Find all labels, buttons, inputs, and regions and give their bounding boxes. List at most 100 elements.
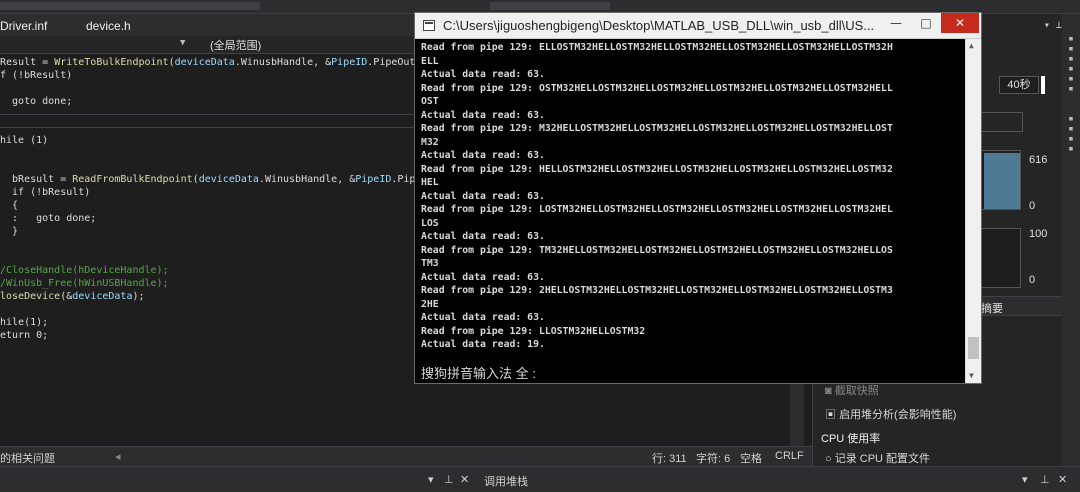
code-token: ReadFromBulkEndpoint: [72, 174, 193, 185]
scroll-up-icon[interactable]: ▲: [969, 41, 974, 50]
scope-dropdown[interactable]: (全局范围): [210, 37, 261, 53]
console-line: Actual data read: 19.: [421, 339, 545, 350]
maximize-button[interactable]: □: [911, 13, 941, 33]
code-token: hile (1): [0, 135, 49, 146]
console-scroll-thumb[interactable]: [968, 337, 979, 359]
time-range-box[interactable]: 40秒: [999, 76, 1039, 94]
code-token: WriteToBulkEndpoint: [54, 57, 169, 68]
code-token: PipeID: [355, 174, 392, 185]
console-line: M32: [421, 136, 439, 148]
console-output: Read from pipe 129: ELLOSTM32HELLOSTM32H…: [421, 41, 963, 381]
diag-item-snapshot[interactable]: ◙ 截取快照: [825, 382, 879, 398]
call-stack-tab[interactable]: 调用堆栈: [484, 473, 528, 489]
console-app-icon: [423, 20, 435, 31]
code-token: eturn 0;: [0, 330, 49, 341]
code-line: : goto done;: [0, 212, 96, 225]
code-token: .WinusbHandle, &: [258, 174, 356, 185]
code-token: PipeID: [331, 57, 368, 68]
radio-icon: ○: [825, 453, 835, 465]
ime-status: 搜狗拼音输入法 全 :: [421, 366, 536, 381]
side-tab-2[interactable]: ▪▪▪▪: [1066, 114, 1076, 154]
editor-vertical-scrollbar[interactable]: [790, 376, 804, 446]
code-token: (&: [60, 291, 73, 302]
code-line: f (!bResult): [0, 69, 72, 82]
console-line: TM3: [421, 258, 439, 269]
memory-chart-min: 0: [1029, 200, 1036, 212]
code-line: bResult = ReadFromBulkEndpoint(deviceDat…: [0, 173, 420, 186]
summary-tab[interactable]: 摘要: [981, 300, 1003, 316]
console-line: Read from pipe 129: LLOSTM32HELLOSTM32: [421, 325, 646, 337]
code-line: hile (1): [0, 134, 48, 147]
code-token: deviceData: [72, 291, 133, 302]
camera-icon: ◙: [825, 385, 835, 397]
code-token: goto done;: [0, 96, 73, 107]
code-token: );: [132, 291, 145, 302]
code-line: Result = WriteToBulkEndpoint(deviceData.…: [0, 56, 420, 69]
cpu-chart-max: 100: [1029, 228, 1048, 240]
navigation-bar: ▼ (全局范围): [0, 36, 420, 54]
pin-icon[interactable]: ⊥: [444, 473, 454, 486]
console-line: Actual data read: 63.: [421, 312, 545, 323]
console-title-bar[interactable]: C:\Users\jiguoshengbigeng\Desktop\MATLAB…: [415, 13, 981, 39]
console-line: Actual data read: 63.: [421, 231, 545, 242]
status-row: 行: 311: [652, 453, 687, 465]
status-eol: CRLF: [775, 450, 804, 462]
console-scrollbar[interactable]: ▲ ▼: [965, 39, 981, 383]
document-tab-bar: Driver.inf device.h: [0, 14, 420, 36]
console-window[interactable]: C:\Users\jiguoshengbigeng\Desktop\MATLAB…: [414, 12, 982, 384]
scroll-down-icon[interactable]: ▼: [969, 371, 974, 380]
console-title: C:\Users\jiguoshengbigeng\Desktop\MATLAB…: [443, 18, 875, 33]
code-editor[interactable]: Result = WriteToBulkEndpoint(deviceData.…: [0, 54, 420, 446]
memory-chart-max: 616: [1029, 154, 1048, 166]
diag-item-heap[interactable]: ▣ 启用堆分析(会影响性能): [825, 406, 956, 422]
code-token: : goto done;: [0, 213, 97, 224]
code-token: Result =: [0, 57, 55, 68]
code-token: .WinusbHandle, &: [234, 57, 332, 68]
status-mode: 空格: [740, 453, 762, 465]
side-tab-1[interactable]: ▪▪▪▪▪▪: [1066, 34, 1076, 94]
code-line: }: [0, 225, 18, 238]
snapshot-label: 截取快照: [834, 385, 879, 397]
console-line: OST: [421, 96, 439, 107]
diag-item-cpu-profile[interactable]: ○ 记录 CPU 配置文件: [825, 450, 930, 466]
side-tool-strip: ▪▪▪▪▪▪ ▪▪▪▪: [1062, 14, 1080, 466]
close-icon[interactable]: ✕: [460, 473, 469, 486]
console-line: ELL: [421, 55, 439, 67]
minimize-button[interactable]: —: [881, 13, 911, 33]
scroll-left-icon[interactable]: ◂: [115, 450, 121, 463]
code-line: /WinUsb_Free(hWinUSBHandle);: [0, 277, 169, 290]
code-line: goto done;: [0, 95, 72, 108]
tab-driver-inf[interactable]: Driver.inf: [0, 17, 47, 35]
code-token: /CloseHandle(hDeviceHandle);: [0, 265, 169, 276]
console-line: Actual data read: 63.: [421, 69, 545, 80]
console-line: Read from pipe 129: M32HELLOSTM32HELLOST…: [421, 123, 893, 134]
console-line: Read from pipe 129: TM32HELLOSTM32HELLOS…: [421, 244, 893, 256]
close-button[interactable]: ✕: [941, 13, 979, 33]
error-list-label[interactable]: 的相关问题: [0, 450, 55, 466]
console-line: Actual data read: 63.: [421, 190, 545, 202]
console-line: LOS: [421, 217, 439, 229]
code-token: deviceData: [198, 174, 259, 185]
code-token: loseDevice: [0, 291, 61, 302]
tab-device-h[interactable]: device.h: [86, 17, 131, 35]
code-token: if (!bResult): [0, 187, 91, 198]
code-line: /CloseHandle(hDeviceHandle);: [0, 264, 169, 277]
heap-label: 启用堆分析(会影响性能): [839, 409, 957, 421]
console-line: HEL: [421, 177, 439, 188]
heap-icon: ▣: [825, 409, 840, 421]
pin-icon-right[interactable]: ⊥: [1040, 473, 1050, 486]
console-line: Read from pipe 129: LOSTM32HELLOSTM32HEL…: [421, 204, 893, 215]
panel-menu-icon-right[interactable]: ▾: [1022, 473, 1028, 486]
console-line: Actual data read: 63.: [421, 109, 545, 121]
chevron-down-icon[interactable]: ▼: [180, 38, 185, 48]
editor-divider: [0, 114, 420, 115]
editor-divider: [0, 127, 420, 128]
code-line: {: [0, 199, 18, 212]
cpu-profile-label: 记录 CPU 配置文件: [834, 453, 931, 465]
editor-status-bar: 的相关问题 ◂ 行: 311 字符: 6 空格 CRLF: [0, 446, 812, 466]
status-col: 字符: 6: [696, 453, 731, 465]
close-icon-right[interactable]: ✕: [1058, 473, 1067, 486]
code-token: bResult =: [0, 174, 73, 185]
panel-menu-icon[interactable]: ▾: [428, 473, 434, 486]
code-line: hile(1);: [0, 316, 48, 329]
